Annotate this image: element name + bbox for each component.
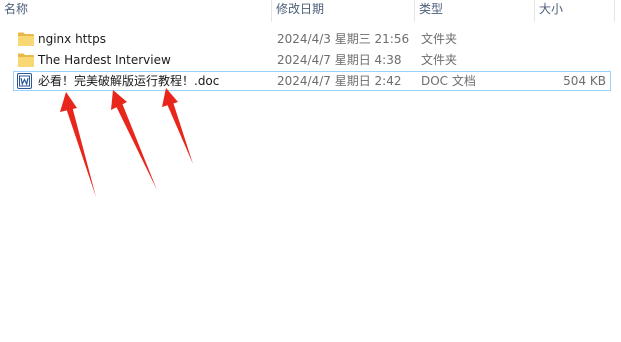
- file-name: nginx https: [38, 32, 106, 46]
- file-name: The Hardest Interview: [38, 53, 171, 67]
- red-arrow-icon: [111, 90, 157, 190]
- file-type: 文件夹: [421, 32, 458, 46]
- column-header-type[interactable]: 类型: [415, 0, 535, 22]
- red-arrow-icon: [162, 88, 193, 164]
- word-doc-icon: [17, 73, 32, 89]
- file-size: 504 KB: [563, 74, 606, 88]
- file-modified-date: 2024/4/7 星期日 4:38: [277, 53, 402, 67]
- file-type: DOC 文档: [421, 74, 476, 88]
- red-arrow-icon: [60, 92, 96, 197]
- file-row[interactable]: The Hardest Interview 2024/4/7 星期日 4:38 …: [13, 50, 611, 70]
- file-name: 必看！完美破解版运行教程！.doc: [38, 74, 220, 88]
- column-header-date[interactable]: 修改日期: [272, 0, 415, 22]
- file-row[interactable]: nginx https 2024/4/3 星期三 21:56 文件夹: [13, 29, 611, 49]
- file-row-selected[interactable]: 必看！完美破解版运行教程！.doc 2024/4/7 星期日 2:42 DOC …: [13, 71, 611, 91]
- file-modified-date: 2024/4/7 星期日 2:42: [277, 74, 402, 88]
- column-header-size[interactable]: 大小: [535, 0, 615, 22]
- folder-icon: [18, 32, 34, 46]
- folder-icon: [18, 53, 34, 67]
- column-header-bar: 名称 修改日期 类型 大小: [0, 0, 621, 22]
- column-header-name[interactable]: 名称: [0, 0, 272, 22]
- file-type: 文件夹: [421, 53, 458, 67]
- file-modified-date: 2024/4/3 星期三 21:56: [277, 32, 410, 46]
